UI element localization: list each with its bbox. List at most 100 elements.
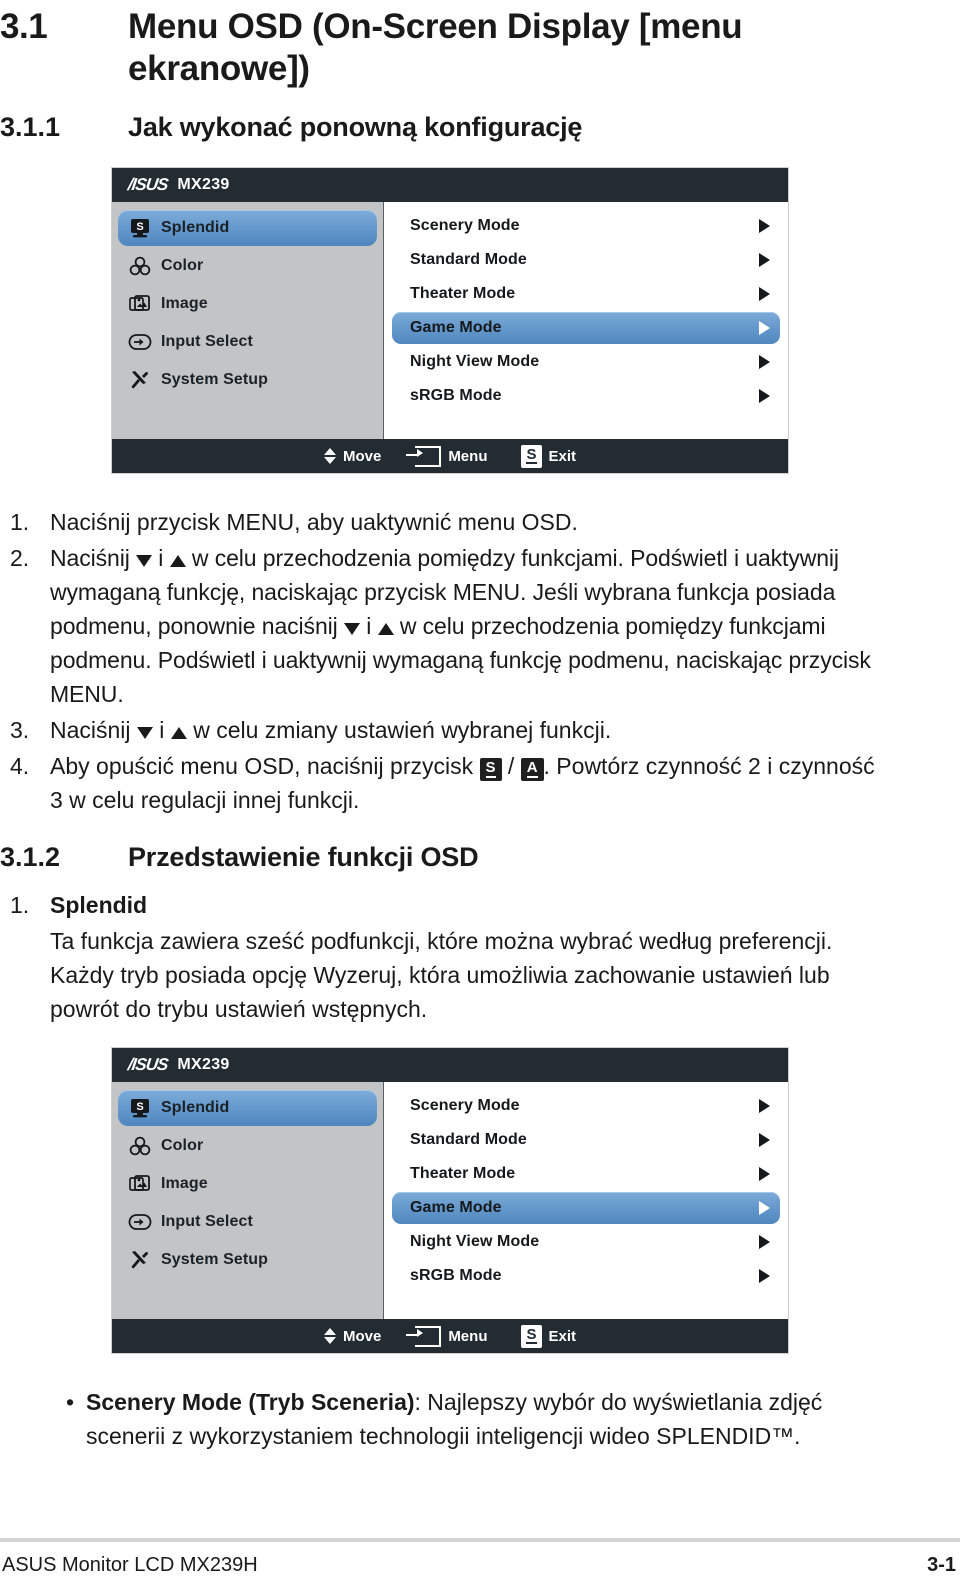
osd-item-night-view-mode[interactable]: Night View Mode	[392, 1226, 780, 1258]
osd-item-standard-mode[interactable]: Standard Mode	[392, 1124, 780, 1156]
osd-footer-bar: Move Menu S Exit	[112, 439, 788, 473]
menu-enter-icon	[406, 1325, 442, 1347]
arrow-down-icon	[136, 555, 153, 567]
step-2-part1: Naciśnij	[50, 545, 137, 571]
footer-product-name: ASUS Monitor LCD MX239H	[2, 1554, 258, 1576]
sidebar-item-input-select-label: Input Select	[161, 1213, 253, 1230]
osd-footer-move[interactable]: Move	[323, 1327, 382, 1345]
sidebar-item-input-select[interactable]: Input Select	[118, 324, 377, 360]
up-down-arrows-icon	[323, 448, 336, 464]
heading-3-1-title-line1: Menu OSD (On-Screen Display [menu	[128, 7, 743, 46]
asus-logo-icon: /ISUS	[126, 175, 169, 194]
splendid-section: 1. Splendid Ta funkcja zawiera sześć pod…	[0, 888, 920, 1028]
osd-footer-move-label: Move	[342, 1327, 382, 1345]
osd-body: S Splendid Color Image Input Select Syst…	[112, 1082, 788, 1319]
osd-item-scenery-mode-label: Scenery Mode	[410, 1097, 520, 1114]
svg-text:S: S	[136, 221, 143, 233]
sidebar-item-color-label: Color	[161, 1137, 204, 1154]
up-down-arrows-icon	[323, 1328, 336, 1344]
step-4-part1: Aby opuścić menu OSD, naciśnij przycisk	[50, 753, 480, 779]
osd-footer-exit[interactable]: S Exit	[521, 444, 576, 468]
osd-footer-menu[interactable]: Menu	[406, 1325, 488, 1347]
osd-menu-screenshot-1: /ISUS MX239 S Splendid Color Image Input…	[112, 168, 788, 473]
color-palette-icon	[126, 1136, 154, 1156]
chevron-right-icon	[759, 219, 770, 233]
step-2-part2: i	[152, 545, 170, 571]
splendid-s-key-icon: S	[521, 444, 542, 468]
osd-item-game-mode[interactable]: Game Mode	[392, 1192, 780, 1224]
chevron-right-icon	[759, 1235, 770, 1249]
asus-logo-icon: /ISUS	[126, 1055, 169, 1074]
osd-item-standard-mode[interactable]: Standard Mode	[392, 244, 780, 276]
sidebar-item-color[interactable]: Color	[118, 248, 377, 284]
osd-item-srgb-mode-label: sRGB Mode	[410, 1267, 502, 1284]
osd-item-theater-mode[interactable]: Theater Mode	[392, 1158, 780, 1190]
osd-titlebar: /ISUS MX239	[112, 1048, 788, 1082]
scenery-mode-bullet-bold: Scenery Mode (Tryb Sceneria)	[86, 1389, 415, 1415]
osd-menu-screenshot-2: /ISUS MX239 S Splendid Color Image Input…	[112, 1048, 788, 1353]
osd-item-night-view-mode-label: Night View Mode	[410, 1233, 540, 1250]
image-photos-icon	[126, 1174, 154, 1194]
sidebar-item-image[interactable]: Image	[118, 286, 377, 322]
osd-footer-exit-label: Exit	[548, 1327, 577, 1345]
sidebar-item-splendid[interactable]: S Splendid	[118, 1090, 377, 1126]
sidebar-item-image[interactable]: Image	[118, 1166, 377, 1202]
step-4-number: 4.	[10, 753, 30, 779]
splendid-body-gutter	[0, 924, 50, 1026]
arrow-up-icon	[169, 555, 186, 567]
splendid-body-text: Ta funkcja zawiera sześć podfunkcji, któ…	[50, 928, 833, 1022]
sidebar-item-color[interactable]: Color	[118, 1128, 377, 1164]
chevron-right-icon	[759, 1099, 770, 1113]
splendid-number: 1.	[10, 892, 30, 918]
sidebar-item-system-setup-label: System Setup	[161, 1251, 269, 1268]
step-2-number: 2.	[10, 545, 30, 571]
step-4-text: Aby opuścić menu OSD, naciśnij przycisk …	[50, 749, 880, 817]
step-2-text: Naciśnij i w celu przechodzenia pomiędzy…	[50, 541, 880, 711]
chevron-right-icon	[759, 287, 770, 301]
osd-item-scenery-mode[interactable]: Scenery Mode	[392, 210, 780, 242]
document-page: 3.1 Menu OSD (On-Screen Display [menu ek…	[0, 0, 960, 1587]
osd-footer-move[interactable]: Move	[323, 448, 381, 465]
heading-3-1-1-title: Jak wykonać ponowną konfigurację	[128, 112, 583, 142]
arrow-down-icon	[343, 623, 360, 635]
heading-3-1-2-title: Przedstawienie funkcji OSD	[128, 842, 479, 872]
osd-item-standard-mode-label: Standard Mode	[410, 1131, 527, 1148]
sidebar-item-system-setup[interactable]: System Setup	[118, 362, 377, 398]
sidebar-item-input-select[interactable]: Input Select	[118, 1204, 377, 1240]
osd-item-scenery-mode[interactable]: Scenery Mode	[392, 1090, 780, 1122]
splendid-monitor-icon: S	[126, 218, 154, 238]
sidebar-item-splendid[interactable]: S Splendid	[118, 210, 377, 246]
osd-item-game-mode[interactable]: Game Mode	[392, 312, 780, 344]
osd-item-theater-mode[interactable]: Theater Mode	[392, 278, 780, 310]
bullet-point-icon: •	[66, 1389, 75, 1415]
svg-text:S: S	[136, 1101, 143, 1113]
step-1-text: Naciśnij przycisk MENU, aby uaktywnić me…	[50, 509, 578, 535]
osd-sidebar: S Splendid Color Image Input Select Syst…	[112, 202, 384, 439]
splendid-s-key-label: S	[485, 759, 496, 778]
page-footer: ASUS Monitor LCD MX239H 3-1	[0, 1552, 960, 1578]
osd-item-srgb-mode[interactable]: sRGB Mode	[392, 1260, 780, 1292]
step-3-part1: Naciśnij	[50, 717, 137, 743]
steps-list: 1. Naciśnij przycisk MENU, aby uaktywnić…	[0, 505, 920, 819]
osd-sidebar: S Splendid Color Image Input Select Syst…	[112, 1082, 384, 1319]
osd-item-night-view-mode[interactable]: Night View Mode	[392, 346, 780, 378]
chevron-right-icon	[759, 321, 770, 335]
step-3-part3: w celu zmiany ustawień wybranej funkcji.	[186, 717, 612, 743]
tools-wrench-icon	[126, 370, 154, 390]
osd-footer-menu-label: Menu	[448, 1327, 488, 1345]
heading-3-1-2-number: 3.1.2	[0, 842, 61, 872]
scenery-mode-bullet-text: Scenery Mode (Tryb Sceneria): Najlepszy …	[86, 1385, 886, 1453]
osd-item-srgb-mode[interactable]: sRGB Mode	[392, 380, 780, 412]
splendid-s-key-icon: S	[479, 758, 502, 781]
osd-footer-exit[interactable]: S Exit	[521, 1324, 577, 1348]
heading-3-1-1: 3.1.1 Jak wykonać ponowną konfigurację	[0, 110, 960, 144]
sidebar-item-system-setup[interactable]: System Setup	[118, 1242, 377, 1278]
arrow-down-icon	[136, 727, 153, 739]
osd-footer-menu[interactable]: Menu	[406, 445, 487, 467]
osd-item-night-view-mode-label: Night View Mode	[410, 353, 540, 370]
auto-a-key-label: A	[526, 759, 538, 778]
heading-3-1-2: 3.1.2 Przedstawienie funkcji OSD	[0, 840, 960, 874]
osd-item-game-mode-label: Game Mode	[410, 1199, 502, 1216]
sidebar-item-image-label: Image	[161, 1175, 208, 1192]
osd-item-srgb-mode-label: sRGB Mode	[410, 387, 502, 404]
